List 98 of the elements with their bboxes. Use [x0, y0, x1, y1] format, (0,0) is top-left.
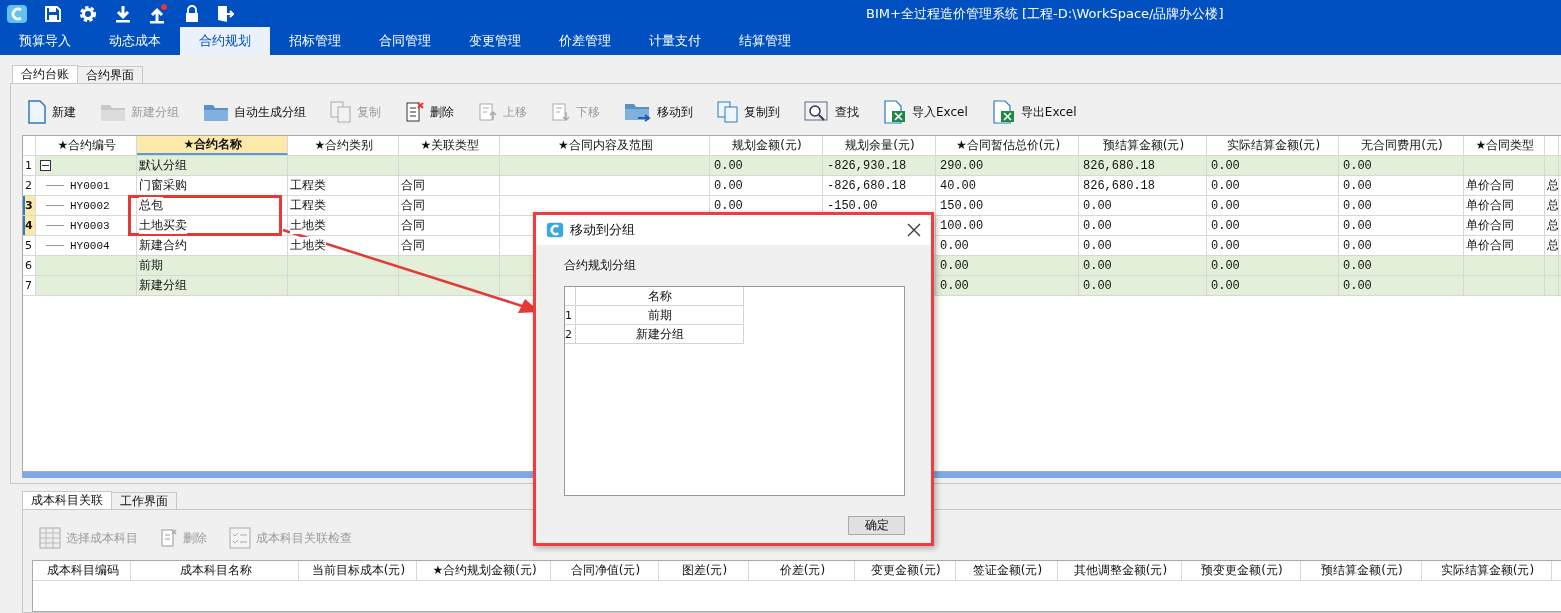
table-cell: 总包 [139, 197, 163, 214]
table-cell: 门窗采购 [139, 177, 187, 194]
toolbar-button[interactable]: 自动生成分组 [203, 97, 306, 127]
excel-file-icon [883, 100, 907, 124]
menu-tab[interactable]: 价差管理 [540, 27, 630, 55]
collapse-toggle[interactable] [40, 160, 51, 171]
table-cell: 前期 [139, 257, 163, 274]
table-cell: 总 [1547, 217, 1558, 234]
list-item[interactable]: 前期 [576, 306, 744, 325]
table-cell: 总 [1547, 177, 1558, 194]
folder-arrow-icon [624, 101, 652, 123]
row-number[interactable]: 7 [23, 276, 36, 295]
group-label: 合约规划分组 [564, 257, 637, 274]
menu-tab[interactable]: 变更管理 [450, 27, 540, 55]
column-header: 名称 [576, 287, 744, 306]
move-down-icon [551, 102, 571, 122]
grid-icon [39, 527, 61, 549]
table-cell: 土地类 [290, 237, 326, 254]
close-icon[interactable] [907, 223, 921, 237]
tree-line [46, 205, 64, 206]
table-cell: HY0003 [70, 219, 110, 232]
toolbar-button[interactable]: 导出Excel [991, 97, 1077, 127]
row-number[interactable]: 2 [23, 176, 36, 195]
toolbar-button[interactable]: 新建 [27, 97, 76, 127]
table-cell: 826,680.18 [1083, 178, 1155, 193]
table-cell: 合同 [401, 197, 425, 214]
row-number[interactable]: 1 [23, 156, 36, 175]
table-cell: 土地买卖 [139, 217, 187, 234]
lock-icon[interactable] [184, 4, 200, 23]
row-number[interactable]: 4 [23, 216, 36, 235]
sub-tab[interactable]: 合约台账 [12, 65, 78, 83]
app-logo-icon [546, 221, 564, 239]
excel-file-icon [991, 100, 1016, 124]
folder-icon [100, 102, 126, 122]
tree-line [46, 185, 64, 186]
menu-tab[interactable]: 动态成本 [90, 27, 180, 55]
row-number[interactable]: 3 [23, 196, 36, 215]
column-header[interactable]: ★合约名称 [137, 136, 288, 155]
settings-icon[interactable] [78, 3, 98, 24]
menu-tab[interactable]: 招标管理 [270, 27, 360, 55]
table-cell: 新建分组 [139, 277, 187, 294]
row-number: 1 [565, 306, 576, 325]
table-cell: -826,680.18 [827, 178, 907, 193]
table-cell: 合同 [401, 177, 425, 194]
checklist-icon [229, 527, 251, 549]
search-icon [804, 101, 830, 123]
toolbar-button[interactable]: 查找 [804, 97, 859, 127]
menu-tab[interactable]: 合同管理 [360, 27, 450, 55]
row-number: 2 [565, 325, 576, 344]
table-cell: HY0002 [70, 199, 110, 212]
table-cell: 总 [1547, 237, 1558, 254]
table-cell: 单价合同 [1466, 237, 1514, 254]
table-cell: 新建合约 [139, 237, 187, 254]
download-icon[interactable] [114, 4, 132, 23]
table-cell: 合同 [401, 217, 425, 234]
confirm-button[interactable]: 确定 [848, 516, 905, 535]
move-up-icon [478, 102, 498, 122]
row-number[interactable]: 5 [23, 236, 36, 255]
table-cell: -826,930.18 [827, 158, 907, 173]
menu-tab[interactable]: 合约规划 [180, 27, 270, 55]
table-cell: 合同 [401, 237, 425, 254]
table-cell: 默认分组 [139, 157, 187, 174]
toolbar-button[interactable]: 导入Excel [883, 97, 968, 127]
dialog-title: 移动到分组 [570, 221, 635, 239]
sub-tab[interactable]: 工作界面 [111, 492, 177, 509]
delete-icon [160, 528, 178, 548]
toolbar-button[interactable]: 复制到 [717, 97, 780, 127]
table-cell: HY0001 [70, 179, 110, 192]
tree-line [46, 225, 64, 226]
app-logo-icon [6, 3, 28, 24]
menu-tab[interactable]: 计量支付 [630, 27, 720, 55]
list-item[interactable]: 新建分组 [576, 325, 744, 344]
delete-icon [405, 101, 425, 123]
tree-line [46, 245, 64, 246]
table-cell: 826,680.18 [1083, 158, 1155, 173]
table-cell: 土地类 [290, 217, 326, 234]
table-cell: 工程类 [290, 197, 326, 214]
menu-tab[interactable]: 结算管理 [720, 27, 810, 55]
table-cell: HY0004 [70, 239, 110, 252]
table-cell: 单价合同 [1466, 177, 1514, 194]
window-title: BIM+全过程造价管理系统 [工程-D:\WorkSpace/品牌办公楼] [866, 4, 1224, 23]
row-number[interactable]: 6 [23, 256, 36, 275]
exit-icon[interactable] [216, 4, 234, 23]
document-icon [27, 100, 47, 124]
sub-tab[interactable]: 合约界面 [77, 66, 143, 83]
sub-tab[interactable]: 成本科目关联 [22, 491, 112, 509]
table-cell: 单价合同 [1466, 197, 1514, 214]
save-icon[interactable] [44, 4, 62, 23]
menu-tab[interactable]: 预算导入 [0, 27, 90, 55]
copy-icon [717, 101, 739, 123]
toolbar-button[interactable]: 移动到 [624, 97, 693, 127]
table-cell: 总 [1547, 197, 1558, 214]
table-cell: 单价合同 [1466, 217, 1514, 234]
table-cell: 工程类 [290, 177, 326, 194]
copy-icon [330, 101, 352, 123]
folder-icon [203, 102, 229, 122]
toolbar-button[interactable]: 删除 [405, 97, 454, 127]
upload-icon[interactable] [148, 3, 168, 24]
